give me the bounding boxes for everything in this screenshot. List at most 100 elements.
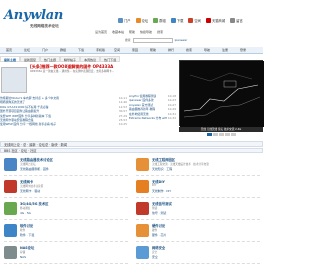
slideshow-image[interactable] [179, 60, 264, 127]
main-nav-item[interactable]: 群组 [60, 48, 66, 53]
home-icon[interactable] [118, 18, 123, 23]
headline-desc: OP4333A 是一款由无线... 通用性... 在实测中表现稳定，支持多种网卡… [30, 70, 115, 73]
top-nav-link[interactable]: 论坛 [142, 18, 149, 23]
nas-icon[interactable] [4, 246, 17, 259]
card-divider [136, 219, 260, 220]
diy-icon[interactable] [136, 180, 149, 193]
mall-icon[interactable] [205, 18, 211, 23]
top-nav: 门户 论坛 群组 下载 空间 天猫商城 留言 [118, 16, 247, 25]
forum-card-sub: 无线工程交流 · 无线天线设计技术 · 技术分享交流 [152, 163, 209, 166]
engineer-icon[interactable] [136, 158, 149, 171]
forum-card[interactable]: 无线DIY DIY 天线制作 · DIY [136, 178, 260, 198]
sub-nav-link[interactable]: 设为首页 [95, 30, 107, 36]
slide-dot[interactable] [230, 133, 236, 136]
top-nav-link[interactable]: 群组 [159, 18, 166, 23]
main-nav-item[interactable]: 手机版 [96, 48, 105, 53]
forum-card[interactable]: 硬件讨论 硬件 硬件 · 芯片 [136, 222, 260, 242]
news-list: 仿特斯拉Model S 车内屏 支持点 + 多个中文用 10-11 晒晒我购买的天线… [0, 96, 127, 127]
main-nav-item[interactable]: 家园 [132, 48, 138, 53]
software-icon[interactable] [4, 224, 17, 237]
slideshow-caption: 天线 无线天线 论坛 技术交流 2.4G [179, 127, 263, 132]
forum-card-links[interactable]: NAS [20, 255, 26, 259]
card-icon[interactable] [4, 180, 17, 193]
topic-tab[interactable]: 热门主题 [40, 56, 61, 62]
forum-card-links[interactable]: 天线知识 · 工程 [152, 167, 172, 171]
main-nav-item[interactable]: 排行 [168, 48, 174, 53]
main-nav-item[interactable]: 帮助 [150, 48, 156, 53]
forum-card-links[interactable]: 软件 · 下载 [20, 233, 34, 237]
sub-nav-link[interactable]: 帮助 [129, 30, 135, 36]
main-nav-item[interactable]: 导航 [204, 48, 210, 53]
top-nav-link[interactable]: 空间 [194, 18, 201, 23]
topic-tab[interactable]: 精华帖子 [60, 56, 81, 62]
forum-card-links[interactable]: 无线网卡 · 驱动 [20, 189, 40, 193]
forum-card-links[interactable]: 安全 [152, 255, 158, 259]
forum-card-links[interactable]: 天线制作 · DIY [152, 189, 171, 193]
topic-tab[interactable]: 本周热议 [80, 56, 101, 62]
search-hint: ipanswer [174, 38, 188, 42]
main-nav-item[interactable]: 空间 [114, 48, 120, 53]
card-divider [4, 263, 128, 264]
topic-tab[interactable]: 热门下载 [100, 56, 121, 62]
main-nav-item[interactable]: 登录 [240, 48, 246, 53]
news-item[interactable]: 使用WISP 固件 分享 一根网线 新手必看 帖子 10-25 [0, 122, 127, 126]
site-logo[interactable]: Anywlan [4, 8, 63, 23]
sub-nav-link[interactable]: 搜索 [157, 30, 163, 36]
card-divider [136, 241, 260, 242]
forum-card-links[interactable]: 无线路由器刷机 · 固件 [20, 167, 49, 171]
card-divider [4, 241, 128, 242]
slide-dot[interactable] [212, 133, 218, 136]
news-item[interactable]: Extreme Networks 分布 wifi 10-32 [129, 116, 176, 120]
forum-card[interactable]: 网络安全 安全 安全 [136, 244, 260, 264]
slide-dot[interactable] [218, 133, 224, 136]
headline-thumbnail[interactable] [1, 67, 27, 93]
hardware-icon[interactable] [136, 224, 149, 237]
card-divider [136, 175, 260, 176]
download-icon[interactable] [170, 18, 176, 23]
slide-dot[interactable] [224, 133, 230, 136]
forum-card[interactable]: 无线信号测试 测试 信号 · 测试 [136, 200, 260, 220]
main-nav-item[interactable]: 下载 [78, 48, 84, 53]
forum-card[interactable]: 无线路由器技术讨论区 无线网上论坛 无线路由器刷机 · 固件 [4, 156, 128, 176]
top-nav-link[interactable]: 天猫商城 [212, 18, 225, 23]
forum-card-sub: 存储 [20, 251, 26, 254]
top-nav-link[interactable]: 门户 [124, 18, 131, 23]
space-icon[interactable] [188, 18, 194, 23]
forum-icon[interactable] [135, 18, 141, 23]
security-icon[interactable] [136, 246, 149, 259]
main-nav-item[interactable]: 门户 [42, 48, 48, 53]
forum-card-links[interactable]: 4G · 5G [20, 211, 31, 215]
message-icon[interactable] [230, 18, 236, 23]
card-divider [4, 219, 128, 220]
top-nav-link[interactable]: 留言 [236, 18, 243, 23]
forum-card[interactable]: 无线工程师园区 无线工程交流 · 无线天线设计技术 · 技术分享交流 天线知识 · … [136, 156, 260, 176]
forum-card[interactable]: 无线网卡 无线网卡技术讨论区 无线网卡 · 驱动 [4, 178, 128, 198]
main-nav-item[interactable]: 首页 [6, 48, 12, 53]
main-nav-item[interactable]: 注册 [222, 48, 228, 53]
signal-icon[interactable] [136, 202, 149, 215]
top-nav-link[interactable]: 下载 [177, 18, 184, 23]
topic-tab[interactable]: 最新回复 [20, 56, 41, 62]
main-nav-item[interactable]: 论坛 [24, 48, 30, 53]
topics-tabs: 最新主题 最新回复 热门主题 精华帖子 本周热议 热门下载 [0, 56, 128, 62]
forum-card-links[interactable]: 硬件 · 芯片 [152, 233, 166, 237]
search-input[interactable] [132, 37, 173, 43]
forum-card[interactable]: 3G/4G/5G 技术区 移动通信 4G · 5G [4, 200, 128, 220]
router-icon[interactable] [4, 158, 17, 171]
forum-card-links[interactable]: 信号 · 测试 [152, 211, 166, 215]
sub-nav-link[interactable]: 收藏本站 [112, 30, 124, 36]
main-nav: 首页 论坛 门户 群组 下载 手机版 空间 家园 帮助 排行 搜索 导航 注册 登录 [0, 47, 263, 54]
forum-card[interactable]: 软件讨论 软件 软件 · 下载 [4, 222, 128, 242]
forum-card-sub: 移动通信 [20, 207, 31, 210]
forum-card[interactable]: NAS论坛 存储 NAS [4, 244, 128, 264]
group-icon[interactable] [153, 18, 159, 23]
slide-dot[interactable] [206, 133, 212, 136]
forum-card-sub: 测试 [152, 207, 158, 210]
card-divider [136, 263, 260, 264]
forum-card-sub: 无线网卡技术讨论区 [20, 185, 44, 188]
news-date: 10-25 [118, 122, 127, 127]
mobile-icon[interactable] [4, 202, 17, 215]
topic-tab[interactable]: 最新主题 [0, 56, 21, 62]
main-nav-item[interactable]: 搜索 [186, 48, 192, 53]
sub-nav-link[interactable]: 快捷导航 [140, 30, 152, 36]
